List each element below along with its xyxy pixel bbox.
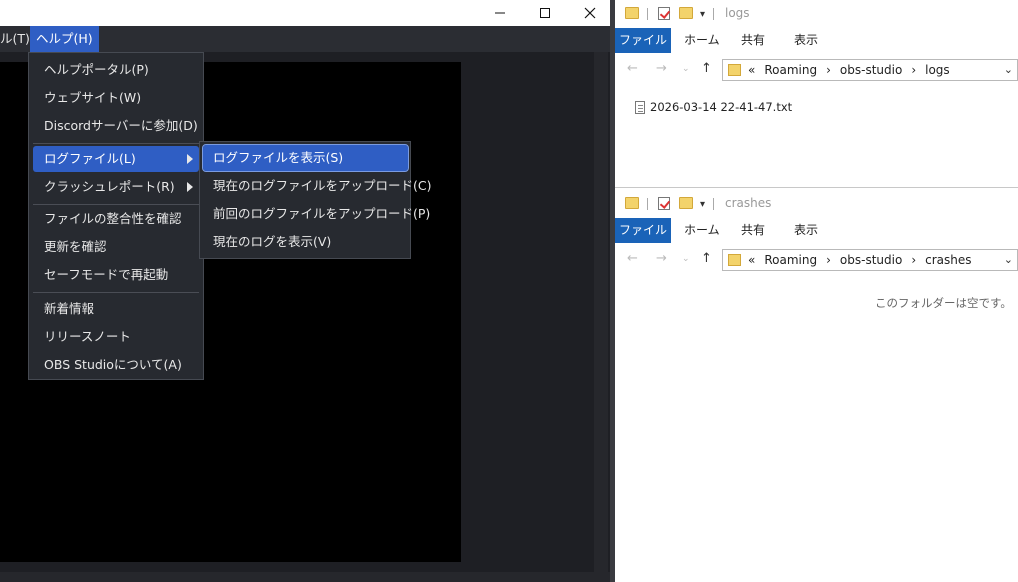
menu-item-crash-reports-label: クラッシュレポート(R) [44,179,175,194]
new-folder-icon[interactable] [679,7,693,19]
breadcrumb-obs-studio[interactable]: obs-studio [840,253,902,267]
file-item[interactable]: 2026-03-14 22-41-47.txt [635,98,792,116]
back-arrow-icon[interactable]: ← [627,61,638,76]
menu-separator [33,292,199,293]
menu-item-help-portal[interactable]: ヘルプポータル(P) [33,57,199,83]
menu-item-log-files-label: ログファイル(L) [44,151,136,166]
address-dropdown-icon[interactable]: ⌄ [1004,253,1013,266]
up-arrow-icon[interactable]: ↑ [701,251,712,266]
menu-item-website[interactable]: ウェブサイト(W) [33,85,199,111]
tab-view[interactable]: 表示 [794,218,818,243]
customize-dropdown-icon[interactable]: ▾ [700,199,705,210]
breadcrumb-separator[interactable]: › [911,63,916,77]
menu-item-release-notes[interactable]: リリースノート [33,324,199,350]
ribbon-tabs: ファイル ホーム 共有 表示 [615,28,1018,53]
quick-access-toolbar: ▾ crashes [615,190,1018,218]
ribbon-tabs: ファイル ホーム 共有 表示 [615,218,1018,243]
toolbar-separator [713,8,714,20]
breadcrumb-obs-studio[interactable]: obs-studio [840,63,902,77]
menu-item-show-log-files[interactable]: ログファイルを表示(S) [202,144,409,172]
breadcrumb-overflow[interactable]: « [748,63,755,77]
address-bar[interactable]: « Roaming › obs-studio › logs ⌄ [722,59,1018,81]
breadcrumb-logs[interactable]: logs [925,63,950,77]
submenu-arrow-icon [187,182,193,192]
log-files-submenu: ログファイルを表示(S) 現在のログファイルをアップロード(C) 前回のログファ… [199,141,431,259]
breadcrumb-roaming[interactable]: Roaming [764,253,817,267]
window-title: crashes [725,196,772,210]
menu-item-check-integrity[interactable]: ファイルの整合性を確認 [33,206,199,232]
minimize-button[interactable] [477,0,523,26]
breadcrumb-roaming[interactable]: Roaming [764,63,817,77]
breadcrumb-crashes[interactable]: crashes [925,253,971,267]
properties-icon[interactable] [658,7,670,20]
text-file-icon [635,100,645,114]
menu-item-log-files[interactable]: ログファイル(L) [33,146,199,172]
tab-file[interactable]: ファイル [615,218,671,243]
breadcrumb-overflow[interactable]: « [748,253,755,267]
menu-help[interactable]: ヘルプ(H) [30,26,99,52]
toolbar-separator [647,198,648,210]
obs-menubar: ル(T) ヘルプ(H) [0,26,613,52]
breadcrumb-separator[interactable]: › [826,253,831,267]
forward-arrow-icon[interactable]: → [656,61,667,76]
explorer-window-logs: ▾ logs ファイル ホーム 共有 表示 ← → ⌄ ↑ « Roaming › o… [615,0,1018,188]
address-row: ← → ⌄ ↑ « Roaming › obs-studio › crashes ⌄ [615,243,1018,273]
menu-item-safe-mode-restart[interactable]: セーフモードで再起動 [33,262,199,288]
window-title: logs [725,6,750,20]
breadcrumb: « Roaming › obs-studio › crashes [748,253,981,267]
menu-separator [33,204,199,205]
breadcrumb-separator[interactable]: › [911,253,916,267]
minimize-icon [495,12,505,14]
folder-icon [625,197,639,209]
up-arrow-icon[interactable]: ↑ [701,61,712,76]
tab-file[interactable]: ファイル [615,28,671,53]
obs-scrollbar[interactable] [594,52,608,572]
forward-arrow-icon[interactable]: → [656,251,667,266]
close-icon [584,7,596,19]
obs-bottom-bar [0,572,613,582]
menu-item-whats-new[interactable]: 新着情報 [33,296,199,322]
recent-dropdown-icon[interactable]: ⌄ [682,64,690,74]
menu-item-view-current-log[interactable]: 現在のログを表示(V) [203,229,408,255]
tab-view[interactable]: 表示 [794,28,818,53]
tab-share[interactable]: 共有 [741,28,765,53]
menu-item-upload-previous-log[interactable]: 前回のログファイルをアップロード(P) [203,201,430,227]
menu-item-about[interactable]: OBS Studioについて(A) [33,352,199,378]
customize-dropdown-icon[interactable]: ▾ [700,9,705,20]
maximize-button[interactable] [522,0,568,26]
address-bar[interactable]: « Roaming › obs-studio › crashes ⌄ [722,249,1018,271]
toolbar-separator [647,8,648,20]
back-arrow-icon[interactable]: ← [627,251,638,266]
properties-icon[interactable] [658,197,670,210]
menu-item-discord[interactable]: Discordサーバーに参加(D) [33,113,199,139]
address-row: ← → ⌄ ↑ « Roaming › obs-studio › logs ⌄ [615,53,1018,83]
tab-share[interactable]: 共有 [741,218,765,243]
menu-item-upload-current-log[interactable]: 現在のログファイルをアップロード(C) [203,173,431,199]
folder-icon [728,64,741,76]
toolbar-separator [713,198,714,210]
address-dropdown-icon[interactable]: ⌄ [1004,63,1013,76]
menu-separator [33,143,199,144]
file-name: 2026-03-14 22-41-47.txt [650,100,793,114]
breadcrumb: « Roaming › obs-studio › logs [748,63,959,77]
folder-icon [625,7,639,19]
help-menu: ヘルプポータル(P) ウェブサイト(W) Discordサーバーに参加(D) ロ… [28,52,204,380]
maximize-icon [540,8,550,18]
breadcrumb-separator[interactable]: › [826,63,831,77]
folder-icon [728,254,741,266]
obs-titlebar [0,0,613,26]
recent-dropdown-icon[interactable]: ⌄ [682,254,690,264]
tab-home[interactable]: ホーム [684,218,720,243]
quick-access-toolbar: ▾ logs [615,0,1018,28]
new-folder-icon[interactable] [679,197,693,209]
menu-item-check-updates[interactable]: 更新を確認 [33,234,199,260]
close-button[interactable] [567,0,613,26]
submenu-arrow-icon [187,154,193,164]
tab-home[interactable]: ホーム [684,28,720,53]
explorer-window-crashes: ▾ crashes ファイル ホーム 共有 表示 ← → ⌄ ↑ « Roamin… [615,190,1018,582]
menu-item-crash-reports[interactable]: クラッシュレポート(R) [33,174,199,200]
empty-folder-message: このフォルダーは空です。 [875,296,1012,310]
